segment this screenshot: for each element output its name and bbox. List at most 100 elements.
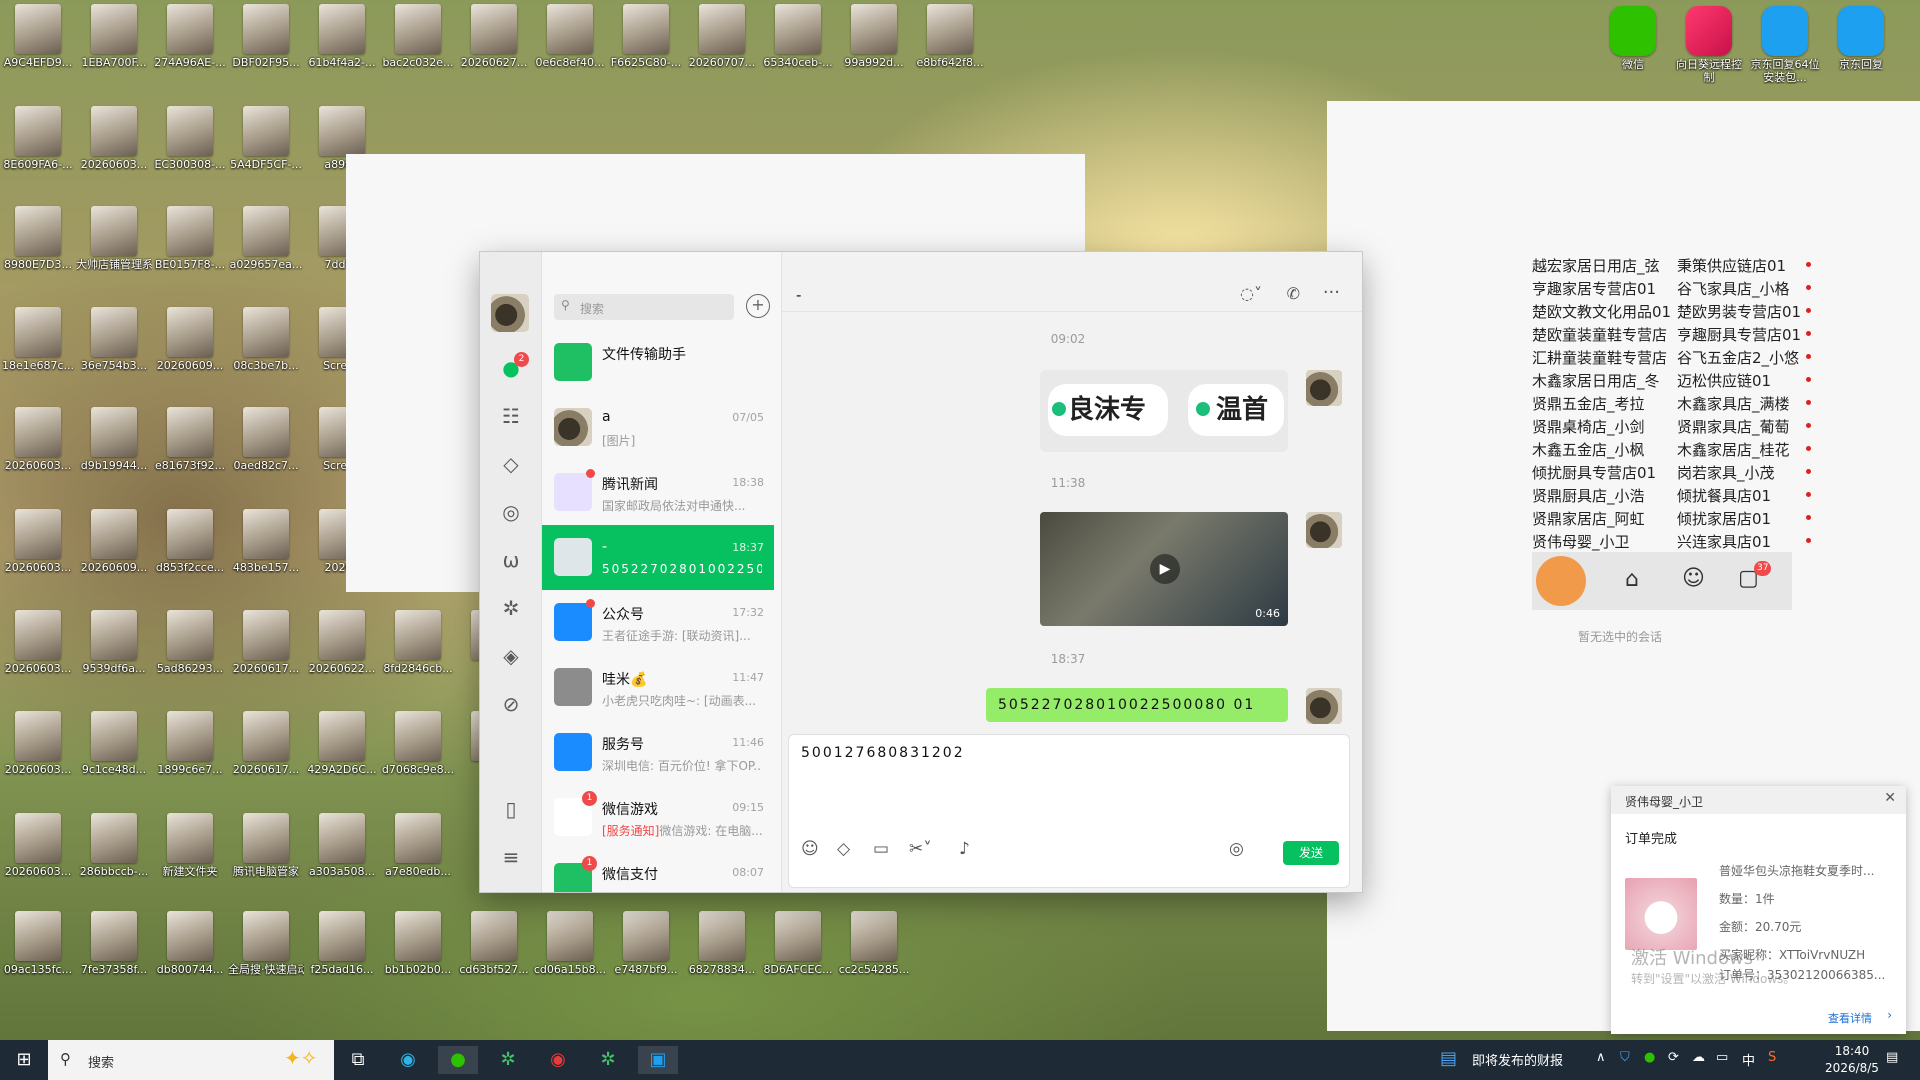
conversation-item[interactable]: 公众号 17:32 王者征途手游: [联动资讯]... (542, 590, 774, 655)
desktop-icon[interactable]: EC300308-... (152, 106, 228, 171)
desktop-icon[interactable]: a029657ea... (228, 206, 304, 271)
voice-call-icon[interactable]: ◎ (1229, 839, 1244, 859)
store-name[interactable]: 木鑫五金店_小枫 (1532, 439, 1645, 460)
store-name[interactable]: 贤鼎五金店_考拉 (1532, 393, 1645, 414)
desktop-icon[interactable]: 68278834... (684, 911, 760, 976)
desktop-icon[interactable]: 8980E7D3... (0, 206, 76, 271)
phone-icon[interactable]: ▯ (480, 797, 542, 821)
desktop-icon[interactable]: 新建文件夹 (152, 813, 228, 878)
desktop-icon[interactable]: bb1b02b0... (380, 911, 456, 976)
desktop-icon[interactable]: d853f2cce... (152, 509, 228, 574)
play-icon[interactable]: ▶ (1150, 554, 1180, 584)
desktop-icon[interactable]: 7fe37358f... (76, 911, 152, 976)
desktop-icon[interactable]: f25dad16... (304, 911, 380, 976)
desktop-icon[interactable]: 20260627... (456, 4, 532, 69)
desktop-icon[interactable]: 20260707... (684, 4, 760, 69)
sogou-icon[interactable]: S (1768, 1050, 1776, 1065)
desktop-icon[interactable]: F6625C80-... (608, 4, 684, 69)
desktop-icon[interactable]: 20260603... (0, 407, 76, 472)
desktop-icon[interactable]: BE0157F8-... (152, 206, 228, 271)
conversation-item[interactable]: 文件传输助手 (542, 330, 774, 395)
desktop-icon[interactable]: A9C4EFD9... (0, 4, 76, 69)
text-message-bubble[interactable]: 505227028010022500080 01 (986, 688, 1288, 722)
desktop-icon[interactable]: 8fd2846cb... (380, 610, 456, 675)
more-icon[interactable]: ··· (1323, 282, 1340, 303)
desktop-icon[interactable]: 65340ceb-... (760, 4, 836, 69)
edge-icon[interactable]: ◉ (388, 1046, 428, 1074)
desktop-icon[interactable]: 99a992d... (836, 4, 912, 69)
desktop-icon[interactable]: 36e754b3... (76, 307, 152, 372)
desktop-icon[interactable]: e8bf642f8... (912, 4, 988, 69)
jd-reply-taskbar-icon[interactable]: ▣ (638, 1046, 678, 1074)
desktop-icon-sunlogin[interactable]: 向日葵远程控制 (1671, 6, 1747, 84)
store-name[interactable]: 贤鼎桌椅店_小剑 (1532, 416, 1645, 437)
store-name[interactable]: 汇耕童装童鞋专营店 (1532, 347, 1667, 368)
desktop-icon[interactable]: 20260603... (0, 711, 76, 776)
desktop-icon[interactable]: 20260617... (228, 610, 304, 675)
avatar[interactable] (491, 294, 529, 332)
desktop-icon[interactable]: 大帅店铺管理系统 (76, 206, 152, 271)
call-icon[interactable]: ✆ (1287, 284, 1300, 303)
favorites-icon[interactable]: ◇ (480, 452, 542, 476)
clock-date[interactable]: 2026/8/5 (1812, 1061, 1892, 1075)
video-message[interactable]: ▶ 0:46 (1040, 512, 1288, 626)
mini-program-icon[interactable]: ◈ (480, 644, 542, 668)
conversation-item[interactable]: - 18:37 50522702801002250... (542, 525, 774, 590)
store-name[interactable]: 倾扰厨具专营店01 (1532, 462, 1656, 483)
desktop-icon[interactable]: 20260603... (0, 509, 76, 574)
desktop-icon[interactable]: 0aed82c7... (228, 407, 304, 472)
home-icon[interactable]: ⌂ (1625, 567, 1639, 592)
taskbar-search[interactable]: ⚲ 搜索 ✦✧ (48, 1040, 334, 1080)
store-name[interactable]: 倾扰家居店01 (1677, 508, 1771, 529)
desktop-icon[interactable]: e7487bf9... (608, 911, 684, 976)
desktop-icon[interactable]: cd63bf527... (456, 911, 532, 976)
avatar[interactable] (1536, 556, 1586, 606)
search-input[interactable]: ⚲ 搜索 (554, 294, 734, 320)
store-name[interactable]: 木鑫家居店_桂花 (1677, 439, 1790, 460)
store-manager-icon[interactable]: ✲ (488, 1046, 528, 1074)
wechat-tray-icon[interactable]: ● (1644, 1050, 1655, 1065)
ime-indicator[interactable]: 中 (1742, 1050, 1755, 1069)
desktop-icon[interactable]: 08c3be7b... (228, 307, 304, 372)
store-name[interactable]: 亨趣厨具专营店01 (1677, 324, 1801, 345)
menu-icon[interactable]: ≡ (480, 845, 542, 869)
store-name[interactable]: 越宏家居日用店_弦 (1532, 255, 1660, 276)
network-icon[interactable]: ▭ (1716, 1050, 1728, 1065)
desktop-icon[interactable]: 20260603... (76, 106, 152, 171)
store-name[interactable]: 迈松供应链01 (1677, 370, 1771, 391)
desktop-icon[interactable]: 18e1e687c... (0, 307, 76, 372)
news-widget[interactable]: 即将发布的财报 (1472, 1050, 1563, 1069)
store-name[interactable]: 木鑫家居日用店_冬 (1532, 370, 1660, 391)
conversation-item[interactable]: 微信游戏 09:15 [服务通知]微信游戏: 在电脑... 1 (542, 785, 774, 850)
desktop-icon[interactable]: 20260609... (152, 307, 228, 372)
desktop-icon[interactable]: a303a508... (304, 813, 380, 878)
desktop-icon[interactable]: 8D6AFCEC... (760, 911, 836, 976)
store-name[interactable]: 谷飞家具店_小格 (1677, 278, 1790, 299)
desktop-icon[interactable]: 20260609... (76, 509, 152, 574)
desktop-icon[interactable]: db800744... (152, 911, 228, 976)
desktop-icon-jd-reply[interactable]: 京东回复 (1823, 6, 1899, 71)
desktop-icon[interactable]: 8E609FA6-... (0, 106, 76, 171)
desktop-icon[interactable]: cd06a15b8... (532, 911, 608, 976)
store-manager-icon-2[interactable]: ✲ (588, 1046, 628, 1074)
view-details-link[interactable]: 查看详情 (1828, 1010, 1872, 1026)
store-name[interactable]: 贤鼎家居店_阿虹 (1532, 508, 1645, 529)
desktop-icon[interactable]: 20260603... (0, 610, 76, 675)
add-icon[interactable]: + (746, 294, 770, 318)
store-name[interactable]: 贤鼎厨具店_小浩 (1532, 485, 1645, 506)
desktop-icon[interactable]: d7068c9e8... (380, 711, 456, 776)
store-name[interactable]: 兴连家具店01 (1677, 531, 1771, 552)
chat-bubble-icon[interactable]: ☺ (1682, 566, 1705, 591)
folder-icon[interactable]: ▭ (873, 839, 889, 859)
security-icon[interactable]: ⛉ (1620, 1050, 1630, 1065)
store-name[interactable]: 倾扰餐具店01 (1677, 485, 1771, 506)
store-name[interactable]: 楚欧男装专营店01 (1677, 301, 1801, 322)
desktop-icon[interactable]: 5ad86293... (152, 610, 228, 675)
desktop-icon[interactable]: 274A96AE-... (152, 4, 228, 69)
emoji-icon[interactable]: ☺ (801, 839, 819, 859)
search-feature-icon[interactable]: ✲ (480, 596, 542, 620)
show-hidden-icons[interactable]: ∧ (1596, 1050, 1606, 1065)
store-name[interactable]: 木鑫家具店_满楼 (1677, 393, 1790, 414)
desktop-icon[interactable]: 20260617... (228, 711, 304, 776)
store-name[interactable]: 谷飞五金店2_小悠 (1677, 347, 1799, 368)
